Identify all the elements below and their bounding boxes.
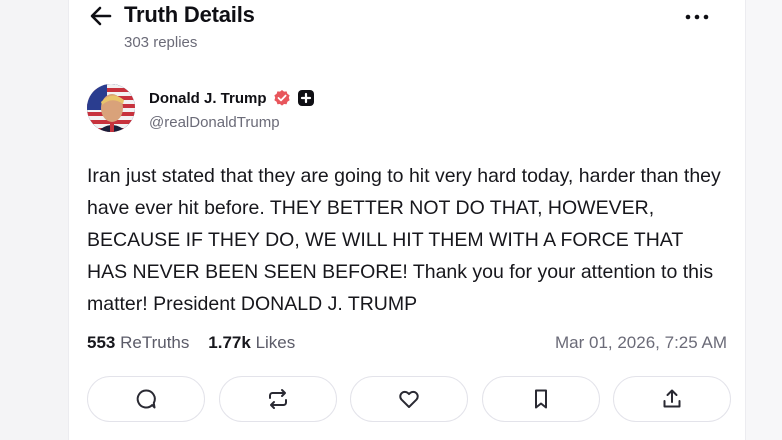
retruths-label: ReTruths bbox=[120, 333, 190, 352]
post-stats: 553 ReTruths 1.77k Likes Mar 01, 2026, 7… bbox=[87, 333, 727, 357]
retruths-count: 553 bbox=[87, 333, 116, 352]
more-dots-icon bbox=[685, 14, 709, 20]
likes-stat[interactable]: 1.77k Likes bbox=[208, 333, 295, 352]
page-title: Truth Details bbox=[124, 2, 255, 27]
retruth-icon bbox=[268, 389, 287, 409]
author-display-name[interactable]: Donald J. Trump bbox=[149, 90, 267, 107]
reply-count: 303 replies bbox=[124, 34, 198, 51]
retruths-stat[interactable]: 553 ReTruths bbox=[87, 333, 189, 352]
likes-count: 1.77k bbox=[208, 333, 251, 352]
reply-button[interactable] bbox=[87, 376, 205, 422]
more-options-button[interactable] bbox=[683, 8, 711, 26]
like-button[interactable] bbox=[350, 376, 468, 422]
bookmark-button[interactable] bbox=[481, 376, 600, 422]
reply-icon bbox=[136, 389, 156, 409]
arrow-left-icon bbox=[90, 6, 112, 26]
page-header: Truth Details 303 replies bbox=[69, 0, 745, 60]
like-icon bbox=[399, 390, 419, 408]
likes-label: Likes bbox=[255, 333, 296, 352]
share-icon bbox=[663, 389, 681, 408]
retruth-button[interactable] bbox=[218, 376, 337, 422]
bookmark-icon bbox=[534, 389, 547, 409]
author-handle[interactable]: @realDonaldTrump bbox=[149, 114, 280, 131]
right-background-strip bbox=[744, 0, 782, 440]
share-button[interactable] bbox=[613, 376, 731, 422]
back-button[interactable] bbox=[89, 4, 113, 28]
post-author[interactable]: Donald J. Trump @realDonaldTrump bbox=[87, 84, 487, 136]
post-text: Iran just stated that they are going to … bbox=[87, 165, 721, 315]
avatar-image bbox=[87, 84, 135, 132]
truth-details-panel: Truth Details 303 replies Donald J. Trum… bbox=[68, 0, 746, 440]
avatar[interactable] bbox=[87, 84, 135, 132]
verified-badge-icon bbox=[273, 89, 291, 107]
post-timestamp: Mar 01, 2026, 7:25 AM bbox=[555, 333, 727, 352]
post-actions bbox=[87, 376, 731, 424]
plus-badge-icon bbox=[297, 89, 315, 107]
author-name-row: Donald J. Trump bbox=[149, 89, 315, 107]
